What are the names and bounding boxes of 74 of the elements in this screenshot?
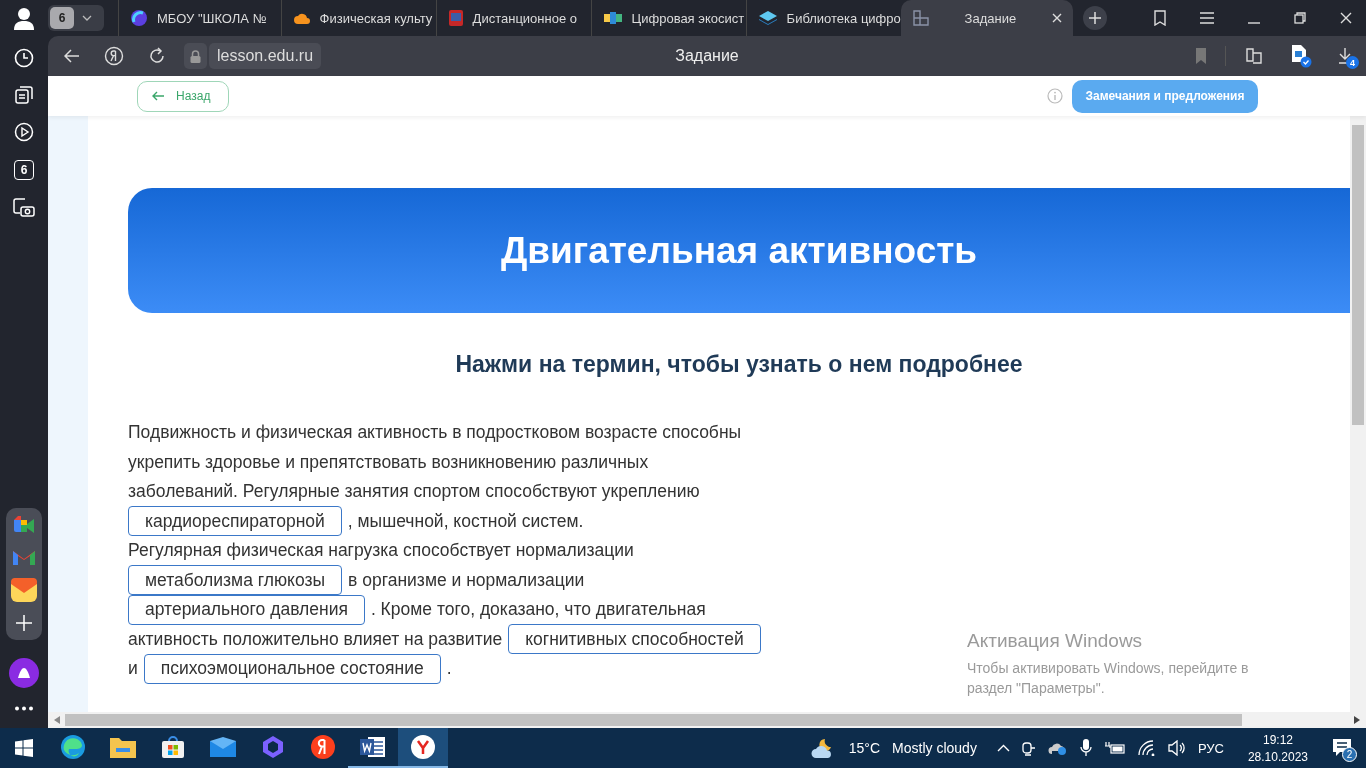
crest-icon bbox=[448, 10, 463, 26]
chevron-down-icon bbox=[82, 15, 92, 21]
reload-icon[interactable] bbox=[148, 47, 166, 65]
notification-badge: 2 bbox=[1342, 747, 1357, 762]
browser-tab[interactable]: Задание bbox=[900, 0, 1073, 36]
paragraph: Подвижность и физическая активность в подростковом возрасте способны укрепить здоровье и препятствовать возникновению различных заболеваний. Регулярные занятия спортом способствуют укреплению кардиореспираторной , мышечной, костной систем. Регулярная физическая нагрузка способствует нормализации метаболизма глюкозы в организме и нормализации артериального давления . Кроме того, доказано, что двигательная активность положительно влияет на развитие когнитивных способностей и психоэмоциональное состояние . bbox=[128, 418, 761, 684]
battery-icon[interactable] bbox=[1103, 741, 1126, 755]
scroll-left-icon[interactable] bbox=[54, 716, 60, 724]
url-field[interactable]: lesson.edu.ru bbox=[209, 43, 322, 69]
subtitle: Нажми на термин, чтобы узнать о нем подробнее bbox=[454, 351, 1024, 378]
download-icon[interactable] bbox=[1338, 48, 1352, 64]
new-tab-icon[interactable] bbox=[1082, 6, 1107, 30]
weather-text[interactable]: Mostly cloudy bbox=[892, 740, 977, 756]
activation-text: Чтобы активировать Windows, перейдите в раздел "Параметры". bbox=[967, 659, 1250, 699]
downloads-badge: 4 bbox=[1346, 56, 1359, 69]
close-icon[interactable] bbox=[1052, 13, 1063, 23]
yandex-icon[interactable] bbox=[104, 46, 124, 66]
hexagon-icon bbox=[261, 735, 285, 759]
y-browser-icon bbox=[410, 734, 436, 760]
horizontal-scrollbar[interactable] bbox=[48, 712, 1366, 728]
arrow-left-icon bbox=[152, 91, 165, 101]
scroll-right-icon[interactable] bbox=[1354, 716, 1360, 724]
history-icon[interactable] bbox=[14, 48, 34, 68]
layers-icon bbox=[758, 11, 777, 25]
wifi-icon[interactable] bbox=[1137, 740, 1156, 756]
chevron-up-icon[interactable] bbox=[996, 744, 1010, 752]
term-button[interactable]: психоэмоциональное состояние bbox=[143, 653, 441, 684]
language-indicator[interactable]: РУС bbox=[1197, 740, 1224, 756]
video-call-icon[interactable] bbox=[12, 516, 36, 536]
term-button[interactable]: артериального давления bbox=[128, 594, 365, 625]
gmail-icon[interactable] bbox=[12, 548, 36, 566]
profile-icon[interactable] bbox=[13, 6, 35, 30]
menu-icon[interactable] bbox=[1200, 12, 1214, 24]
temperature[interactable]: 15°C bbox=[848, 740, 881, 756]
document-check-icon[interactable] bbox=[1290, 44, 1312, 68]
passwords-icon[interactable] bbox=[1244, 46, 1264, 66]
assistant-icon[interactable] bbox=[9, 658, 39, 688]
clock-time[interactable]: 19:12 bbox=[1262, 732, 1293, 747]
taskbar-app[interactable] bbox=[398, 728, 448, 768]
start-icon[interactable] bbox=[15, 739, 33, 757]
add-icon[interactable] bbox=[15, 614, 33, 632]
bookmarks-icon[interactable] bbox=[1152, 10, 1166, 26]
lock-icon bbox=[190, 49, 201, 63]
cloud-sync-icon[interactable] bbox=[1047, 741, 1068, 755]
term-button[interactable]: кардиореспираторной bbox=[128, 506, 342, 537]
close-icon[interactable] bbox=[1340, 12, 1352, 24]
banner-title: Двигательная активность bbox=[500, 229, 978, 272]
cloud-icon bbox=[293, 12, 310, 24]
activation-title: Активация Windows bbox=[967, 630, 1144, 652]
store-icon bbox=[161, 735, 185, 759]
collections-icon[interactable] bbox=[15, 86, 33, 104]
tab-layout-icon bbox=[912, 10, 929, 26]
play-icon[interactable] bbox=[14, 122, 34, 142]
screenshot-icon[interactable] bbox=[13, 198, 35, 218]
counter-badge[interactable]: 6 bbox=[14, 160, 34, 180]
vertical-scrollbar[interactable] bbox=[1350, 116, 1366, 712]
folder-icon bbox=[110, 736, 136, 758]
term-button[interactable]: метаболизма глюкозы bbox=[128, 565, 343, 596]
mail-icon[interactable] bbox=[11, 578, 37, 602]
mail-icon bbox=[210, 737, 236, 757]
term-button[interactable]: когнитивных способностей bbox=[508, 624, 761, 655]
tab-count-button[interactable]: 6 bbox=[48, 5, 104, 31]
microphone-icon[interactable] bbox=[1079, 739, 1092, 757]
yandex-icon bbox=[310, 734, 336, 760]
back-icon[interactable] bbox=[64, 49, 80, 63]
page-title: Задание bbox=[675, 47, 739, 65]
edge-icon bbox=[60, 734, 86, 760]
word-icon bbox=[360, 735, 386, 759]
volume-icon[interactable] bbox=[1167, 740, 1186, 756]
restore-icon[interactable] bbox=[1294, 12, 1306, 24]
cubes-icon bbox=[603, 12, 622, 24]
more-icon[interactable] bbox=[14, 706, 34, 711]
orb-icon bbox=[131, 10, 147, 26]
clock-date[interactable]: 28.10.2023 bbox=[1247, 749, 1308, 764]
